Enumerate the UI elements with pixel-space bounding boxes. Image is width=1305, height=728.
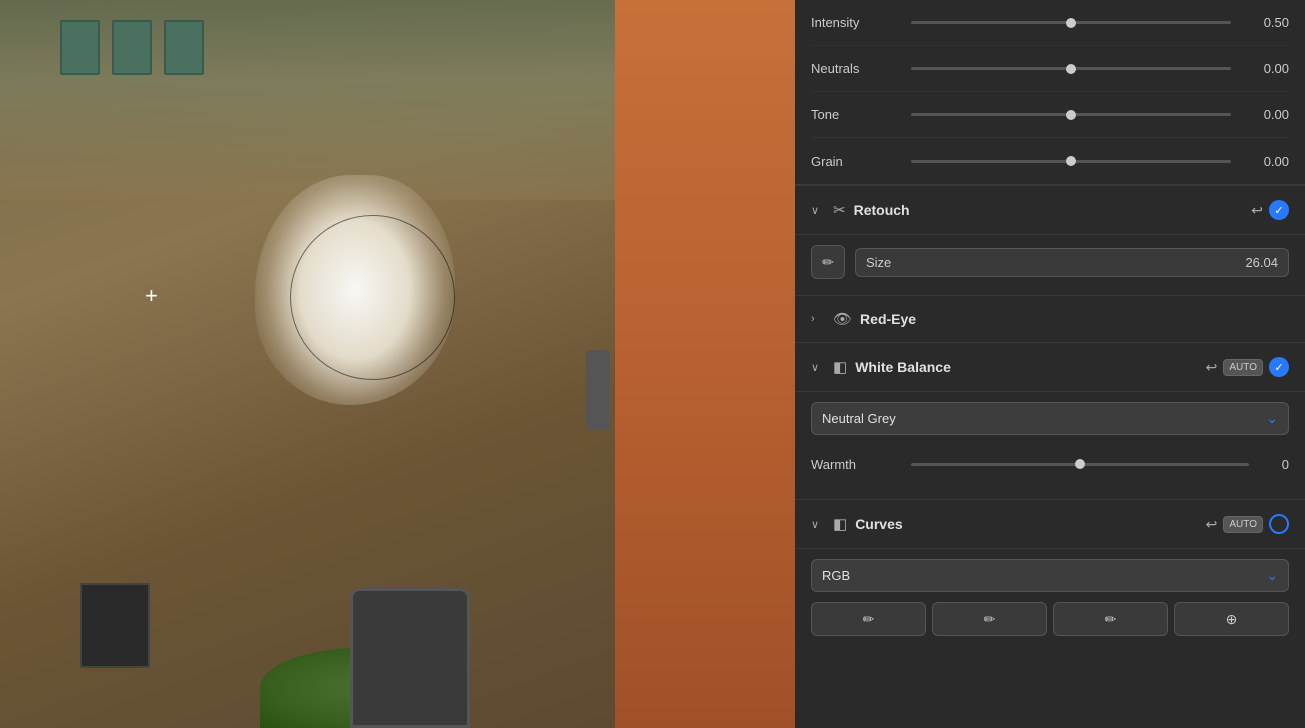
slider-row: Tone 0.00	[811, 92, 1289, 138]
curves-add-point-button[interactable]: ⊕	[1174, 602, 1289, 636]
slider-row: Neutrals 0.00	[811, 46, 1289, 92]
retouch-title: Retouch	[854, 202, 1244, 218]
wb-warmth-thumb	[1075, 459, 1085, 469]
curves-section-header[interactable]: ∨ ◧ Curves ↩ AUTO	[795, 500, 1305, 549]
retouch-section-header[interactable]: ∨ ✂ Retouch ↩ ✓	[795, 186, 1305, 235]
curves-title: Curves	[855, 516, 1197, 532]
panel-scroll[interactable]: Intensity 0.50 Neutrals 0.00 Tone 0.00 Grain 0.…	[795, 0, 1305, 728]
curves-body: RGB ⌄ ✏ ✏ ✏ ⊕	[795, 549, 1305, 652]
wb-warmth-row: Warmth 0	[811, 445, 1289, 483]
slider-track	[911, 160, 1231, 163]
retouch-tool-icon: ✂	[833, 201, 846, 219]
retouch-chevron-icon: ∨	[811, 204, 825, 217]
wb-warmth-value: 0	[1259, 457, 1289, 472]
bg-small-window	[80, 583, 150, 668]
slider-track-container[interactable]	[911, 67, 1231, 70]
slider-thumb	[1066, 110, 1076, 120]
red-eye-tool-icon: 👁	[833, 310, 852, 328]
wb-section-header[interactable]: ∨ ◧ White Balance ↩ AUTO ✓	[795, 343, 1305, 392]
slider-value: 0.00	[1241, 107, 1289, 122]
size-label: Size	[866, 255, 891, 270]
adjustment-panel: Intensity 0.50 Neutrals 0.00 Tone 0.00 Grain 0.…	[795, 0, 1305, 728]
wb-dropdown-row: Neutral Grey ⌄	[811, 402, 1289, 435]
wb-body: Neutral Grey ⌄ Warmth 0	[795, 392, 1305, 500]
wb-auto-badge[interactable]: AUTO	[1223, 359, 1263, 376]
slider-track	[911, 67, 1231, 70]
slider-label: Grain	[811, 154, 901, 169]
red-eye-title: Red-Eye	[860, 311, 1289, 327]
curves-tools-row: ✏ ✏ ✏ ⊕	[811, 602, 1289, 636]
retouch-actions: ↩ ✓	[1251, 200, 1289, 220]
slider-value: 0.50	[1241, 15, 1289, 30]
size-value: 26.04	[1245, 255, 1278, 270]
slider-track	[911, 113, 1231, 116]
slider-thumb	[1066, 156, 1076, 166]
slider-value: 0.00	[1241, 61, 1289, 76]
slider-label: Tone	[811, 107, 901, 122]
curves-dropdown-arrow-icon: ⌄	[1266, 567, 1278, 584]
slider-thumb	[1066, 18, 1076, 28]
retouch-check-icon[interactable]: ✓	[1269, 200, 1289, 220]
retouch-brush-button[interactable]: ✏	[811, 245, 845, 279]
slider-track-container[interactable]	[911, 113, 1231, 116]
curves-loading-icon	[1269, 514, 1289, 534]
slider-track-container[interactable]	[911, 21, 1231, 24]
wb-preset-dropdown[interactable]: Neutral Grey ⌄	[811, 402, 1289, 435]
slider-label: Intensity	[811, 15, 901, 30]
retouch-tool-row: ✏ Size 26.04	[811, 245, 1289, 279]
slider-track-container[interactable]	[911, 160, 1231, 163]
crosshair-cursor: +	[145, 285, 158, 307]
wb-dropdown-arrow-icon: ⌄	[1266, 410, 1278, 427]
wb-preset-value: Neutral Grey	[822, 411, 896, 426]
wb-undo-icon[interactable]: ↩	[1206, 359, 1218, 376]
red-eye-section-header[interactable]: › 👁 Red-Eye	[795, 296, 1305, 343]
bg-lamp	[586, 350, 610, 430]
bg-window	[112, 20, 152, 75]
curves-pencil3-button[interactable]: ✏	[1053, 602, 1168, 636]
bg-arch-window	[350, 588, 470, 728]
photo-canvas: +	[0, 0, 795, 728]
wb-chevron-icon: ∨	[811, 361, 825, 374]
wb-title: White Balance	[855, 359, 1197, 375]
curves-channel-value: RGB	[822, 568, 850, 583]
wb-actions: ↩ AUTO ✓	[1206, 357, 1289, 377]
curves-auto-badge[interactable]: AUTO	[1223, 516, 1263, 533]
slider-value: 0.00	[1241, 154, 1289, 169]
red-eye-chevron-icon: ›	[811, 313, 825, 325]
curves-actions: ↩ AUTO	[1206, 514, 1289, 534]
curves-tool-icon: ◧	[833, 515, 847, 533]
retouch-size-display: Size 26.04	[855, 248, 1289, 277]
wb-warmth-slider[interactable]	[911, 463, 1249, 466]
curves-undo-icon[interactable]: ↩	[1206, 516, 1218, 533]
bg-windows-top	[60, 20, 204, 75]
wb-check-icon[interactable]: ✓	[1269, 357, 1289, 377]
curves-pencil2-button[interactable]: ✏	[932, 602, 1047, 636]
retouch-undo-icon[interactable]: ↩	[1251, 202, 1263, 219]
slider-track	[911, 21, 1231, 24]
bg-right-building	[615, 0, 795, 728]
sliders-section: Intensity 0.50 Neutrals 0.00 Tone 0.00 Grain 0.…	[795, 0, 1305, 185]
curves-pencil1-button[interactable]: ✏	[811, 602, 926, 636]
bg-window	[60, 20, 100, 75]
retouch-circle	[290, 215, 455, 380]
retouch-body: ✏ Size 26.04	[795, 235, 1305, 296]
wb-warmth-label: Warmth	[811, 457, 901, 472]
curves-chevron-icon: ∨	[811, 518, 825, 531]
wb-tool-icon: ◧	[833, 358, 847, 376]
slider-row: Intensity 0.50	[811, 0, 1289, 46]
curves-channel-dropdown[interactable]: RGB ⌄	[811, 559, 1289, 592]
slider-thumb	[1066, 64, 1076, 74]
slider-label: Neutrals	[811, 61, 901, 76]
bg-window	[164, 20, 204, 75]
slider-row: Grain 0.00	[811, 138, 1289, 184]
